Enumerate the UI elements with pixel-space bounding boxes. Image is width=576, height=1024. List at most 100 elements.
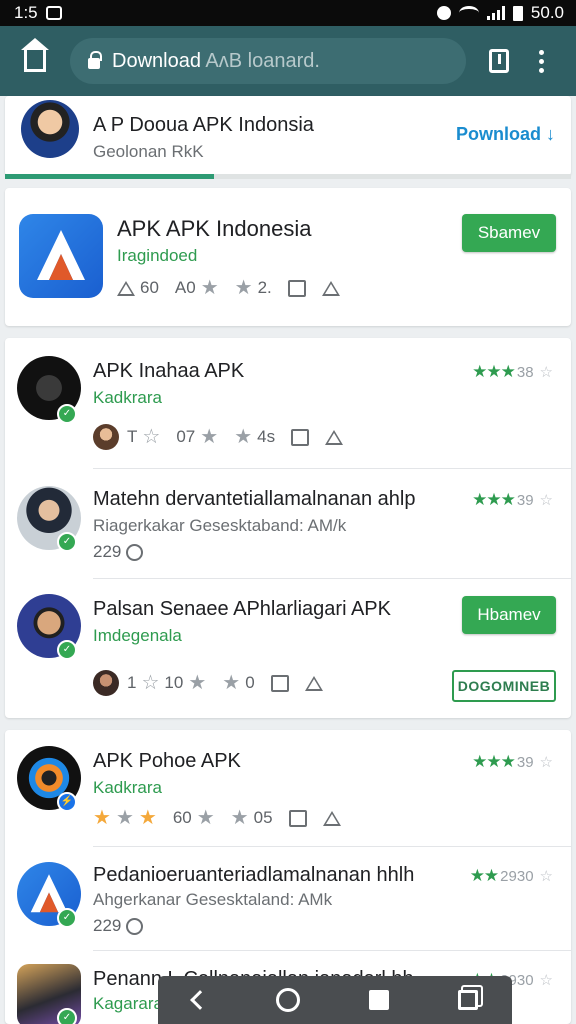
verified-badge-icon: ✓ <box>57 908 77 928</box>
divider <box>93 950 571 951</box>
star-icon: ★★★ <box>472 362 516 381</box>
app-subtitle: Kagarara <box>93 994 163 1013</box>
home-button[interactable] <box>14 38 56 82</box>
star-icon: ★ <box>93 807 111 829</box>
share-icon <box>304 675 323 691</box>
app-meta: 229 <box>93 542 159 562</box>
save-icon <box>288 809 307 827</box>
star-outline-icon: ☆ <box>539 492 553 509</box>
app-avatar <box>21 100 79 158</box>
save-icon <box>270 674 289 692</box>
app-meta: 229 <box>93 916 159 936</box>
arrow-icon: ↓ <box>546 124 555 144</box>
notification-icon <box>45 6 62 20</box>
star-icon: ★ <box>196 807 215 829</box>
star-icon: ★ <box>230 807 249 829</box>
app-subtitle: Iragindoed <box>117 246 198 265</box>
app-title: Pedanioeruanteriadlamalnanan hhlh <box>93 864 415 886</box>
star-icon: ★ <box>222 672 241 694</box>
tabs-button[interactable] <box>478 40 520 82</box>
verified-badge-icon: ✓ <box>57 1008 77 1024</box>
star-outline-icon: ☆ <box>141 672 160 694</box>
home-icon <box>21 38 49 72</box>
messenger-badge-icon: ⚡ <box>57 792 77 812</box>
mini-avatar <box>93 424 119 450</box>
share-icon <box>322 810 341 826</box>
star-outline-icon: ☆ <box>539 364 553 381</box>
chat-icon <box>126 543 144 561</box>
star-outline-icon: ☆ <box>539 868 553 885</box>
app-meta: T ☆ 07 ★ ★ 4s <box>93 424 359 450</box>
app-meta: ★ ★ ★ 60 ★ ★ 05 <box>93 808 357 828</box>
tabs-icon <box>489 49 509 73</box>
app-title: APK Inahaa APK <box>93 360 245 382</box>
star-icon: ★ <box>188 672 207 694</box>
star-icon: ★ <box>234 277 253 299</box>
star-icon: ★ <box>115 807 134 829</box>
app-card-top[interactable]: A P Dooua APK Indonsia Geolonan RkK Pown… <box>5 96 571 176</box>
star-outline-icon: ☆ <box>539 754 553 771</box>
save-icon <box>287 279 306 297</box>
browser-toolbar: Download AᴧB loanard. <box>0 26 576 96</box>
app-subtitle: Ahgerkanar Gesesktaland: AMk <box>93 890 333 909</box>
star-icon: ★★★ <box>472 752 516 771</box>
divider <box>93 468 571 469</box>
apk-logo-icon <box>37 230 85 280</box>
app-subtitle: Riagerkakar Gesesktaband: AM/k <box>93 516 347 535</box>
star-icon: ★ <box>200 277 219 299</box>
app-rating: ★★★ 38 ☆ <box>472 362 553 381</box>
star-icon: ★ <box>200 426 219 448</box>
app-title: A P Dooua APK Indonsia <box>93 114 314 136</box>
url-bar[interactable]: Download AᴧB loanard. <box>70 38 466 84</box>
back-icon[interactable] <box>189 990 210 1010</box>
app-rating: ★★★ 39 ☆ <box>472 490 553 509</box>
clock: 1:5 <box>14 3 38 22</box>
save-icon <box>291 428 310 446</box>
app-subtitle: Kadkrara <box>93 778 162 797</box>
battery-icon <box>512 5 523 21</box>
app-title: Matehn dervantetiallamalnanan ahlp <box>93 488 416 510</box>
star-outline-icon: ☆ <box>142 426 161 448</box>
star-outline-icon: ☆ <box>539 972 553 989</box>
star-icon: ★★★ <box>472 490 516 509</box>
verified-badge-icon: ✓ <box>57 640 77 660</box>
app-meta: 1 ☆ 10 ★ ★ 0 <box>93 670 339 696</box>
star-icon: ★ <box>234 426 253 448</box>
app-rating: ★★2930☆ <box>469 866 553 885</box>
upload-icon <box>117 280 135 296</box>
app-title: APK Pohoe APK <box>93 750 241 772</box>
system-nav-bar <box>158 976 512 1024</box>
square-icon[interactable] <box>368 990 389 1010</box>
app-title: Palsan Senaee APhlarliagari APK <box>93 598 391 620</box>
home-circle-icon[interactable] <box>275 988 300 1012</box>
mini-avatar <box>93 670 119 696</box>
download-outline-button[interactable]: DOGOMINEB <box>452 670 556 702</box>
menu-button[interactable] <box>520 40 562 82</box>
share-icon <box>321 280 340 296</box>
app-rating: ★★★ 39 ☆ <box>472 752 553 771</box>
download-link[interactable]: Pownload ↓ <box>456 124 555 145</box>
verified-badge-icon: ✓ <box>57 532 77 552</box>
verified-badge-icon: ✓ <box>57 404 77 424</box>
star-icon: ★★ <box>469 866 500 885</box>
recents-icon[interactable] <box>457 990 478 1010</box>
battery-level: 50.0 <box>530 3 564 22</box>
signal-icon <box>486 6 505 20</box>
chat-icon <box>126 917 144 935</box>
app-subtitle: Kadkrara <box>93 388 162 407</box>
divider <box>93 578 571 579</box>
install-button[interactable]: Sbamev <box>462 214 556 252</box>
download-progress <box>5 174 571 179</box>
app-list-card-1: ✓ APK Inahaa APK Kadkrara ★★★ 38 ☆ T ☆ 07 ★ … <box>5 338 571 718</box>
status-bar: 1:5 50.0 <box>0 0 576 26</box>
app-icon <box>19 214 103 298</box>
app-meta: 60 A0 ★ ★ 2. <box>117 278 356 298</box>
lock-icon <box>88 50 102 69</box>
app-card-featured[interactable]: APK APK Indonesia Iragindoed 60 A0 ★ ★ 2. … <box>5 188 571 326</box>
app-subtitle: Geolonan RkK <box>93 142 204 161</box>
install-button[interactable]: Hbamev <box>462 596 556 634</box>
app-title: APK APK Indonesia <box>117 216 312 241</box>
divider <box>93 846 571 847</box>
app-subtitle: Imdegenala <box>93 626 182 645</box>
wifi-icon <box>458 6 479 20</box>
